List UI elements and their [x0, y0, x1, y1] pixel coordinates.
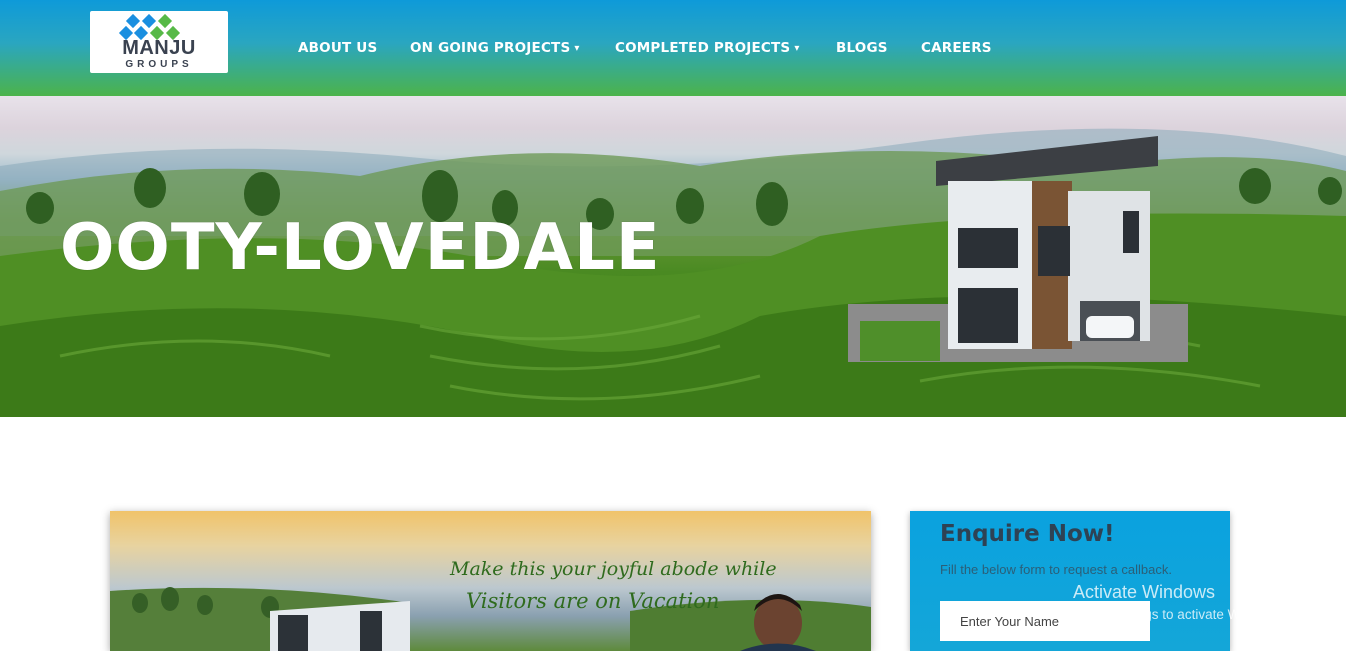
- nav-completed-projects[interactable]: COMPLETED PROJECTS ▾: [615, 40, 800, 56]
- caret-down-icon: ▾: [574, 43, 580, 54]
- promo-tagline-line1: Make this your joyful abode while: [450, 558, 777, 580]
- nav-label: COMPLETED PROJECTS: [615, 40, 791, 56]
- brand-tagline: GROUPS: [125, 59, 193, 70]
- brand-name: MANJU: [122, 37, 196, 59]
- promo-banner: Make this your joyful abode while Visito…: [110, 511, 871, 651]
- promo-scenery-image: [110, 587, 871, 651]
- enquiry-title: Enquire Now!: [940, 521, 1115, 547]
- nav-blogs[interactable]: BLOGS: [836, 40, 888, 56]
- hero-title: OOTY-LOVEDALE: [60, 211, 661, 285]
- nav-ongoing-projects[interactable]: ON GOING PROJECTS ▾: [410, 40, 580, 56]
- enquiry-subtitle: Fill the below form to request a callbac…: [940, 562, 1172, 577]
- nav-careers[interactable]: CAREERS: [921, 40, 992, 56]
- nav-label: ON GOING PROJECTS: [410, 40, 571, 56]
- enquiry-panel: Enquire Now! Fill the below form to requ…: [910, 511, 1230, 651]
- caret-down-icon: ▾: [794, 43, 800, 54]
- nav-label: BLOGS: [836, 40, 888, 56]
- promo-tagline-line2: Visitors are on Vacation: [466, 589, 720, 613]
- nav-label: ABOUT US: [298, 40, 378, 56]
- activate-windows-hint: Go to Settings to activate Windows.: [1073, 607, 1287, 622]
- nav-about-us[interactable]: ABOUT US: [298, 40, 377, 56]
- site-header: MANJU GROUPS ABOUT US ON GOING PROJECTS ▾…: [0, 0, 1346, 96]
- activate-windows-watermark: Activate Windows: [1073, 582, 1216, 602]
- brand-logo[interactable]: MANJU GROUPS: [90, 11, 228, 73]
- hero-banner: OOTY-LOVEDALE: [0, 96, 1346, 417]
- nav-label: CAREERS: [921, 40, 992, 56]
